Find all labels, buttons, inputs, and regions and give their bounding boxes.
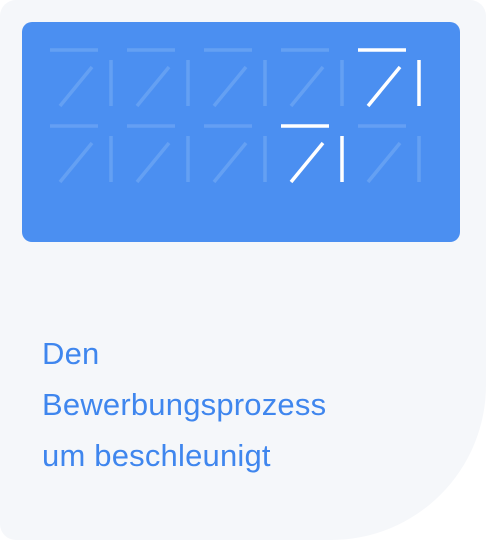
glyph-cell [204,124,267,184]
glyph-cell [50,48,113,108]
headline-line-1: Den [42,336,100,371]
glyph-diagonal [289,65,325,108]
glyph-diagonal [212,141,248,184]
glyph-pattern-graphic [50,48,421,184]
headline-line-3: um beschleunigt [42,438,271,473]
glyph-cell [358,124,421,184]
glyph-cell-highlighted [281,124,344,184]
glyph-diagonal [289,141,325,184]
feature-card: Den Bewerbungsprozess um beschleunigt [0,0,486,540]
glyph-diagonal [366,141,402,184]
glyph-cell-highlighted [358,48,421,108]
glyph-cell [127,124,190,184]
headline-line-2: Bewerbungsprozess [42,387,327,422]
glyph-diagonal [58,141,94,184]
glyph-cell [204,48,267,108]
glyph-diagonal [135,65,171,108]
glyph-diagonal [58,65,94,108]
glyph-diagonal [366,65,402,108]
glyph-diagonal [135,141,171,184]
glyph-cell [281,48,344,108]
glyph-cell [50,124,113,184]
card-headline: Den Bewerbungsprozess um beschleunigt [42,328,422,481]
glyph-cell [127,48,190,108]
glyph-diagonal [212,65,248,108]
glyph-banner [22,22,460,242]
